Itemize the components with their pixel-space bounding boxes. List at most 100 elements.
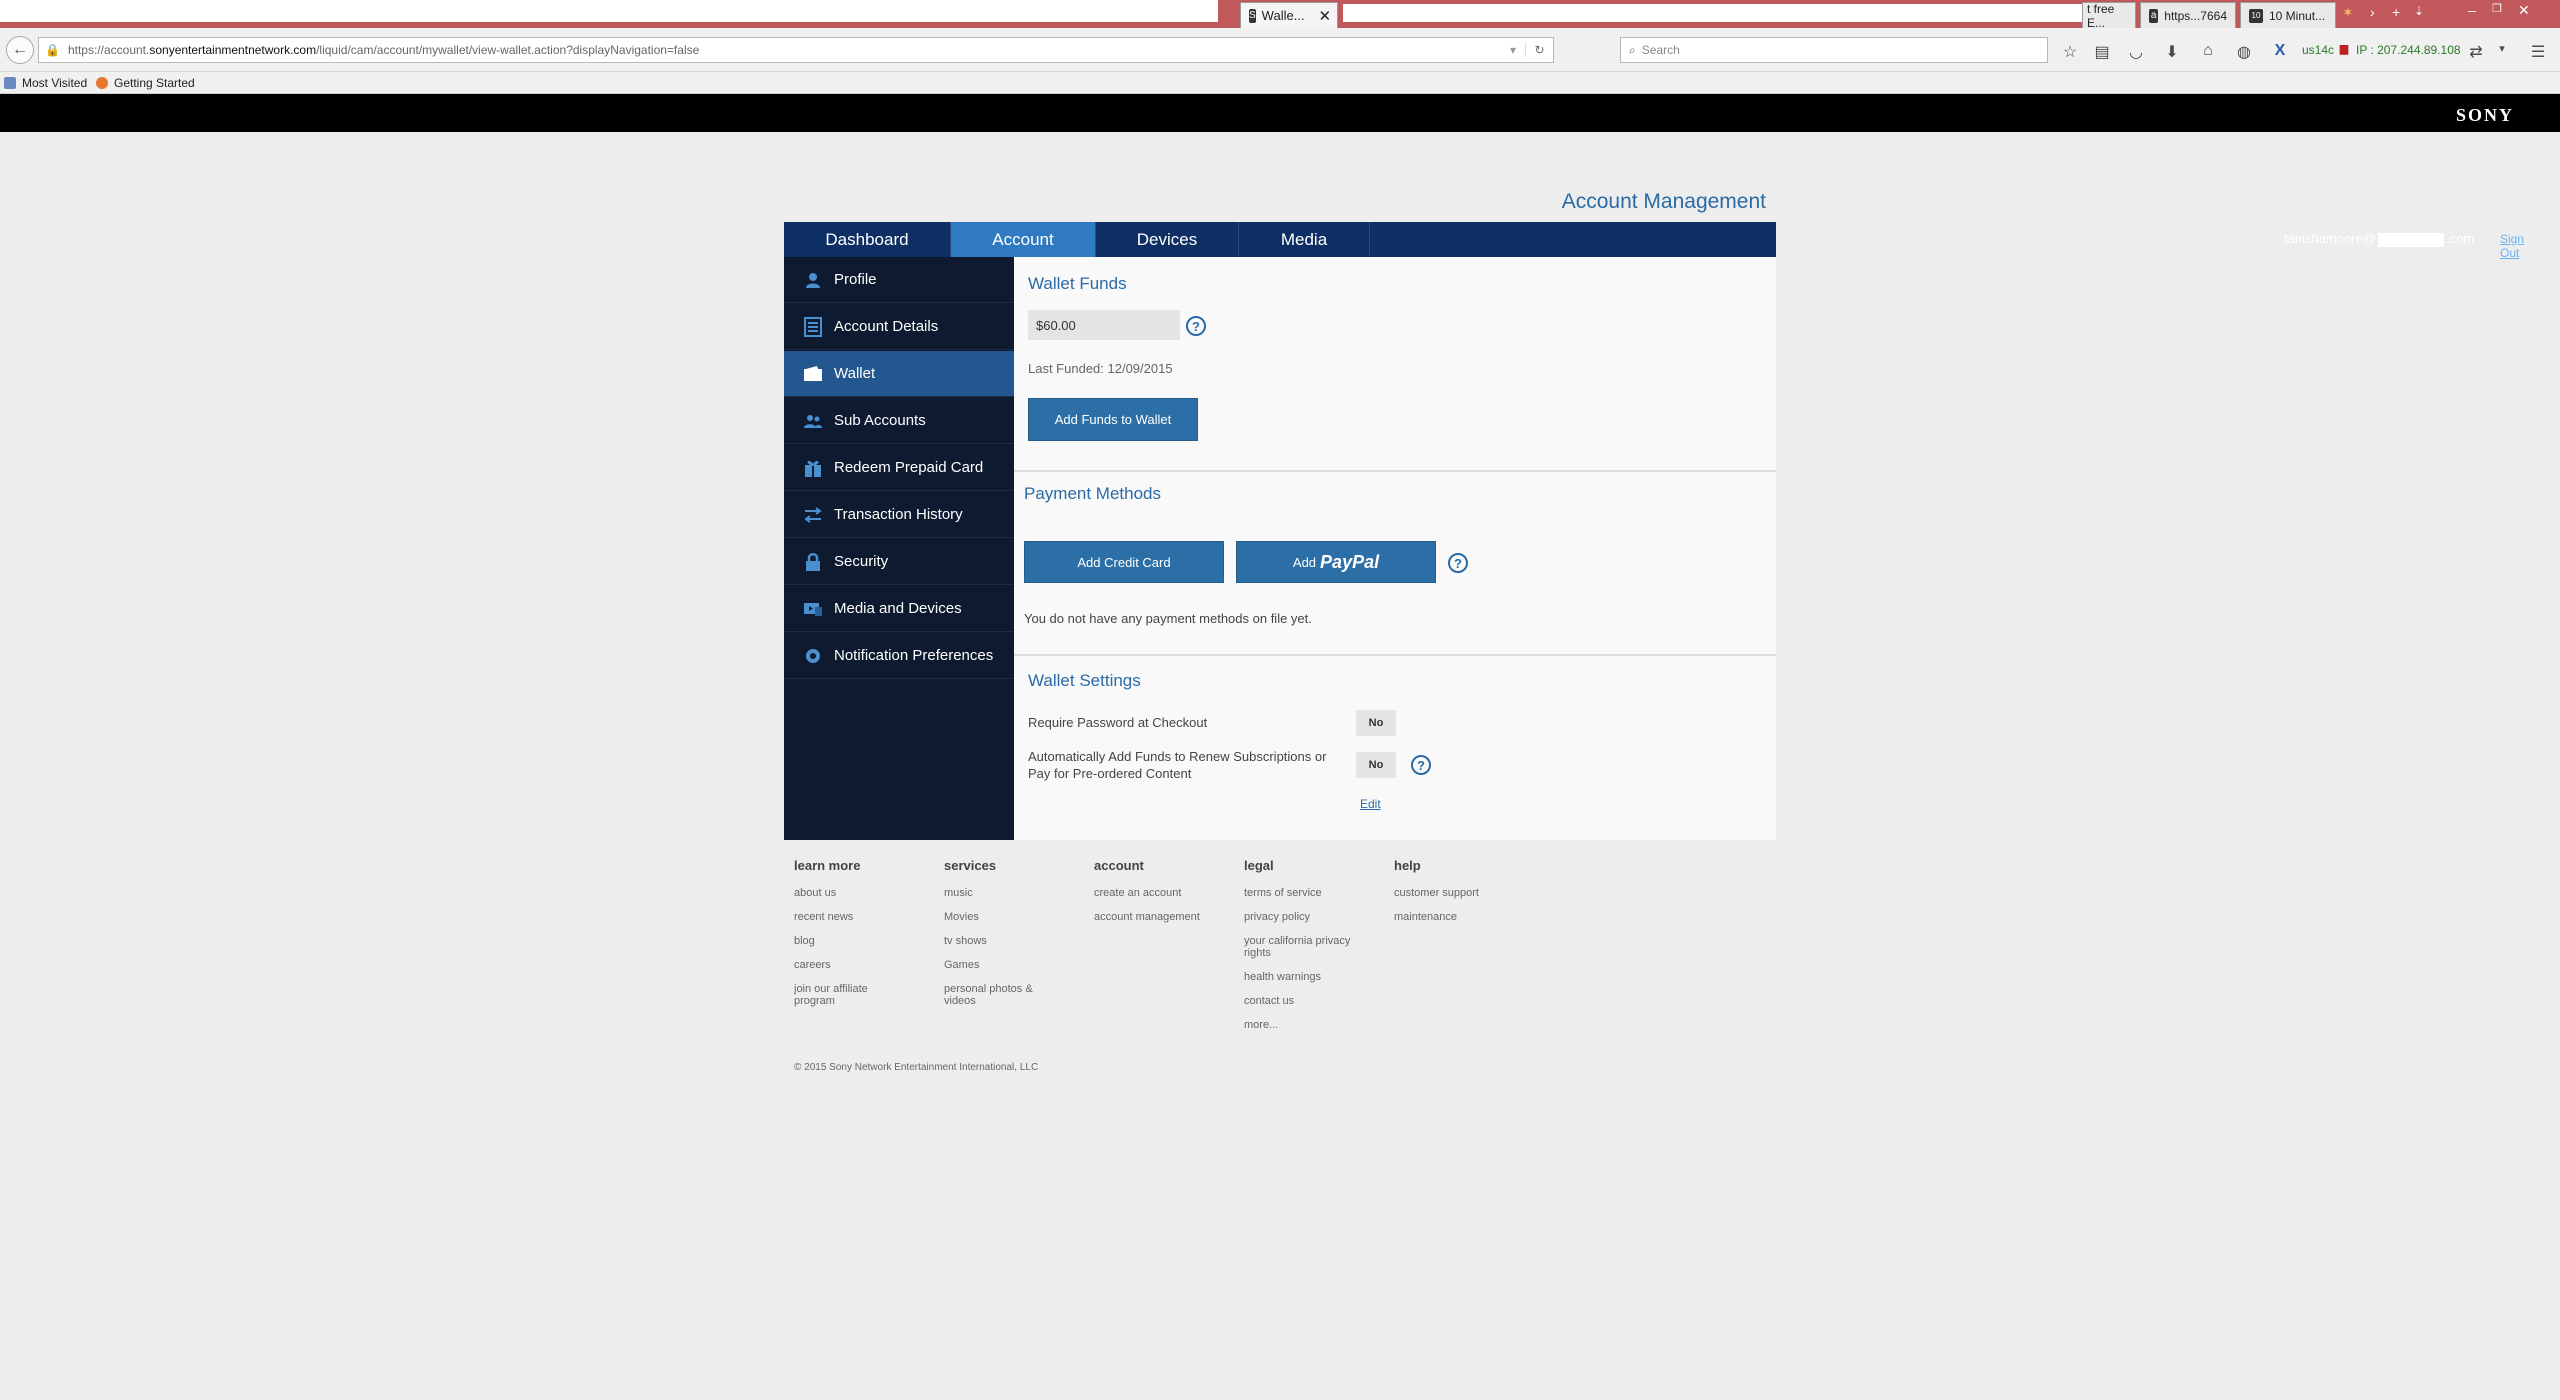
url-dropdown-icon[interactable]: ▾ xyxy=(1501,43,1525,57)
minimize-window-icon[interactable]: – xyxy=(2468,2,2476,18)
back-button[interactable]: ← xyxy=(6,36,34,64)
restore-window-icon[interactable]: ❐ xyxy=(2492,2,2502,15)
footer-link[interactable]: create an account xyxy=(1094,887,1234,899)
browser-tab-3[interactable]: a https...7664 xyxy=(2140,2,2236,28)
tab-dashboard[interactable]: Dashboard xyxy=(784,222,951,257)
chat-icon[interactable]: ◍ xyxy=(2234,42,2254,62)
footer-link[interactable]: careers xyxy=(794,959,934,971)
footer-link[interactable]: tv shows xyxy=(944,935,1084,947)
footer-link[interactable]: Movies xyxy=(944,911,1084,923)
close-tab-icon[interactable]: ✕ xyxy=(1319,7,1332,25)
download-icon[interactable]: ⬇ xyxy=(2162,42,2182,62)
footer-link[interactable]: join our affiliate program xyxy=(794,983,894,1007)
edit-settings-link[interactable]: Edit xyxy=(1360,797,1381,811)
footer-link[interactable]: account management xyxy=(1094,911,1234,923)
media-icon xyxy=(802,598,824,620)
sidebar-item-notification-preferences[interactable]: Notification Preferences xyxy=(784,633,1014,679)
reload-icon[interactable]: ↻ xyxy=(1525,43,1553,57)
footer-link[interactable]: your california privacy rights xyxy=(1244,935,1370,959)
footer-link[interactable]: privacy policy xyxy=(1244,911,1384,923)
copyright: © 2015 Sony Network Entertainment Intern… xyxy=(794,1062,1039,1073)
footer-column-services: services music Movies tv shows Games per… xyxy=(944,858,1084,1019)
sidebar-item-security[interactable]: Security xyxy=(784,539,1014,585)
footer-link[interactable]: maintenance xyxy=(1394,911,1534,923)
tab-devices[interactable]: Devices xyxy=(1096,222,1239,257)
footer-link[interactable]: more... xyxy=(1244,1019,1384,1031)
bookmark-label: Most Visited xyxy=(22,76,88,90)
sidebar-item-media-and-devices[interactable]: Media and Devices xyxy=(784,586,1014,632)
pocket-icon[interactable]: ◡ xyxy=(2126,42,2146,62)
browser-tab-strip: S Walle... ✕ t free E... a https...7664 … xyxy=(0,0,2560,30)
require-password-label: Require Password at Checkout xyxy=(1028,715,1208,730)
sidebar-item-redeem-prepaid-card[interactable]: Redeem Prepaid Card xyxy=(784,445,1014,491)
browser-tab-4[interactable]: 10 10 Minut... xyxy=(2240,2,2336,28)
footer-link[interactable]: health warnings xyxy=(1244,971,1384,983)
footer-column-legal: legal terms of service privacy policy yo… xyxy=(1244,858,1384,1043)
sidebar-item-label: Redeem Prepaid Card xyxy=(834,459,984,476)
help-icon[interactable]: ? xyxy=(1411,755,1431,775)
require-password-value[interactable]: No xyxy=(1356,710,1396,736)
new-tab-icon[interactable]: + xyxy=(2392,4,2400,20)
redacted-email-part xyxy=(2377,232,2444,247)
footer-link[interactable]: music xyxy=(944,887,1084,899)
tab-account[interactable]: Account xyxy=(951,222,1096,257)
tab-list-icon[interactable]: ⇣ xyxy=(2414,4,2424,18)
search-input[interactable]: ⌕ Search xyxy=(1620,37,2048,63)
sparkle-icon[interactable]: ✶ xyxy=(2342,4,2354,21)
bookmark-star-icon[interactable]: ☆ xyxy=(2060,42,2080,62)
footer-column-learn-more: learn more about us recent news blog car… xyxy=(794,858,934,1019)
footer-link[interactable]: blog xyxy=(794,935,934,947)
extension-x-icon[interactable]: X xyxy=(2270,42,2290,60)
sidebar-item-sub-accounts[interactable]: Sub Accounts xyxy=(784,398,1014,444)
footer-link[interactable]: personal photos & videos xyxy=(944,983,1054,1007)
sony-favicon-icon: S xyxy=(1249,8,1256,23)
wallet-settings-title: Wallet Settings xyxy=(1028,671,1141,690)
main-navigation: Dashboard Account Devices Media tanisham… xyxy=(784,222,2524,260)
arrows-icon xyxy=(802,504,824,526)
bookmark-label: Getting Started xyxy=(114,76,195,90)
sidebar-item-profile[interactable]: Profile xyxy=(784,257,1014,303)
bookmark-most-visited[interactable]: Most Visited xyxy=(4,76,87,90)
footer-link[interactable]: customer support xyxy=(1394,887,1534,899)
home-icon[interactable]: ⌂ xyxy=(2198,42,2218,60)
footer-link[interactable]: contact us xyxy=(1244,995,1384,1007)
sidebar-item-account-details[interactable]: Account Details xyxy=(784,304,1014,350)
wallet-content: Wallet Funds $60.00 ? Last Funded: 12/09… xyxy=(1014,257,1776,840)
footer-link[interactable]: terms of service xyxy=(1244,887,1384,899)
section-divider xyxy=(1014,654,1776,656)
auto-add-funds-value[interactable]: No xyxy=(1356,752,1396,778)
close-window-icon[interactable]: ✕ xyxy=(2518,2,2530,19)
sidebar-item-wallet[interactable]: Wallet xyxy=(784,351,1014,397)
browser-tab-wallet[interactable]: S Walle... ✕ xyxy=(1240,2,1338,28)
add-funds-button[interactable]: Add Funds to Wallet xyxy=(1028,398,1198,441)
help-icon[interactable]: ? xyxy=(1186,316,1206,336)
menu-hamburger-icon[interactable]: ☰ xyxy=(2528,42,2548,62)
wallet-balance: $60.00 xyxy=(1028,310,1180,340)
tab-media[interactable]: Media xyxy=(1239,222,1370,257)
address-bar[interactable]: 🔒 https://account.sonyentertainmentnetwo… xyxy=(38,37,1554,63)
bookmark-getting-started[interactable]: Getting Started xyxy=(96,76,195,90)
extension-tool-icon[interactable]: ⇄ xyxy=(2466,42,2486,62)
account-sidebar: Profile Account Details Wallet Sub Accou… xyxy=(784,257,1014,840)
footer-heading: services xyxy=(944,858,997,873)
footer-link[interactable]: about us xyxy=(794,887,934,899)
footer-link[interactable]: recent news xyxy=(794,911,934,923)
add-paypal-button[interactable]: Add PayPal xyxy=(1236,541,1436,583)
section-divider xyxy=(1014,470,1776,472)
help-icon[interactable]: ? xyxy=(1448,553,1468,573)
tab-strip-background xyxy=(0,0,1218,22)
reading-list-icon[interactable]: ▤ xyxy=(2092,42,2112,62)
sign-out-link[interactable]: Sign Out xyxy=(2500,232,2524,260)
toolbar-dropdown-icon[interactable]: ▾ xyxy=(2492,42,2512,55)
sidebar-item-transaction-history[interactable]: Transaction History xyxy=(784,492,1014,538)
footer-link[interactable]: Games xyxy=(944,959,1084,971)
sidebar-item-label: Wallet xyxy=(834,365,876,382)
url-text: https://account.sonyentertainmentnetwork… xyxy=(67,43,700,57)
scroll-tabs-right-icon[interactable]: › xyxy=(2370,4,2375,20)
browser-navigation-bar: ← 🔒 https://account.sonyentertainmentnet… xyxy=(0,28,2560,72)
browser-tab-2[interactable]: t free E... xyxy=(2082,2,2136,30)
users-icon xyxy=(802,410,824,432)
sidebar-item-label: Account Details xyxy=(834,318,939,335)
user-icon xyxy=(802,269,824,291)
add-credit-card-button[interactable]: Add Credit Card xyxy=(1024,541,1224,583)
